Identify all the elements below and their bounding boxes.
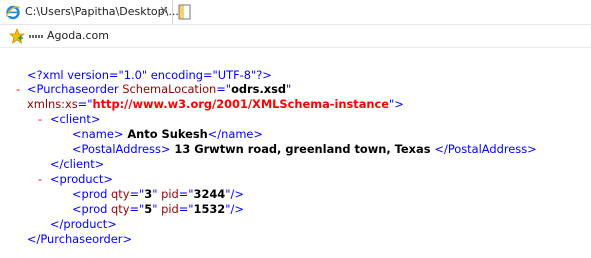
site-favicon <box>29 35 43 38</box>
ie-icon <box>5 5 20 20</box>
qty-attr-close: " <box>152 202 158 216</box>
root-tag-start: <Purchaseorder <box>27 82 119 96</box>
prod-tag-start: <prod <box>72 202 108 216</box>
product-close-tag: </product> <box>50 217 117 231</box>
name-value: Anto Sukesh <box>123 127 208 141</box>
xmlns-attr-eq: =" <box>77 97 93 111</box>
pid-attr-name: pid <box>161 202 179 216</box>
pid-attr-name: pid <box>161 187 179 201</box>
client-open-tag: <client> <box>50 112 101 126</box>
schema-attr-eq: =" <box>216 82 232 96</box>
qty-attr-eq: =" <box>129 202 145 216</box>
tab-bar: C:\Users\Papitha\Desktop\... × <box>0 0 591 25</box>
schema-attr-close: " <box>286 82 292 96</box>
postal-value: 13 Grwtwn road, greenland town, Texas <box>170 142 435 156</box>
client-close-tag: </client> <box>50 157 105 171</box>
schema-attr-name: SchemaLocation <box>122 82 217 96</box>
favorites-bar: Agoda.com <box>0 25 591 48</box>
postal-close-tag: </PostalAddress> <box>434 142 537 156</box>
qty-attr-name: qty <box>111 202 130 216</box>
favorites-item-label: Agoda.com <box>47 29 109 42</box>
root-close-tag: </Purchaseorder> <box>27 232 133 246</box>
xmlns-attr-name: xmlns:xs <box>27 97 78 111</box>
new-tab-icon[interactable] <box>178 4 192 20</box>
qty-attr-close: " <box>152 187 158 201</box>
pid-attr-value: 1532 <box>193 202 226 216</box>
qty-attr-eq: =" <box>129 187 145 201</box>
schema-attr-value: odrs.xsd <box>231 82 287 96</box>
close-tab-icon[interactable]: × <box>159 3 169 17</box>
prod-tag-start: <prod <box>72 187 108 201</box>
pid-attr-value: 3244 <box>193 187 226 201</box>
xmlns-attr-value: http://www.w3.org/2001/XMLSchema-instanc… <box>92 97 390 111</box>
favorites-star-icon[interactable] <box>9 28 25 44</box>
collapse-product-toggle[interactable]: - <box>38 172 42 186</box>
qty-attr-name: qty <box>111 187 130 201</box>
tab-title: C:\Users\Papitha\Desktop\... <box>25 5 179 18</box>
postal-open-tag: <PostalAddress> <box>72 142 171 156</box>
browser-tab[interactable]: C:\Users\Papitha\Desktop\... × <box>0 0 179 24</box>
collapse-client-toggle[interactable]: - <box>38 112 42 126</box>
prod-self-close: /> <box>230 202 244 216</box>
xml-viewer: <?xml version="1.0" encoding="UTF-8"?> -… <box>0 47 591 258</box>
name-open-tag: <name> <box>72 127 124 141</box>
pid-attr-eq: =" <box>178 202 194 216</box>
name-close-tag: </name> <box>207 127 263 141</box>
xmlns-attr-close: "> <box>389 97 404 111</box>
xml-declaration: <?xml version="1.0" encoding="UTF-8"?> <box>27 68 272 82</box>
prod-self-close: /> <box>230 187 244 201</box>
pid-attr-eq: =" <box>178 187 194 201</box>
collapse-root-toggle[interactable]: - <box>16 82 20 96</box>
product-open-tag: <product> <box>50 172 113 186</box>
